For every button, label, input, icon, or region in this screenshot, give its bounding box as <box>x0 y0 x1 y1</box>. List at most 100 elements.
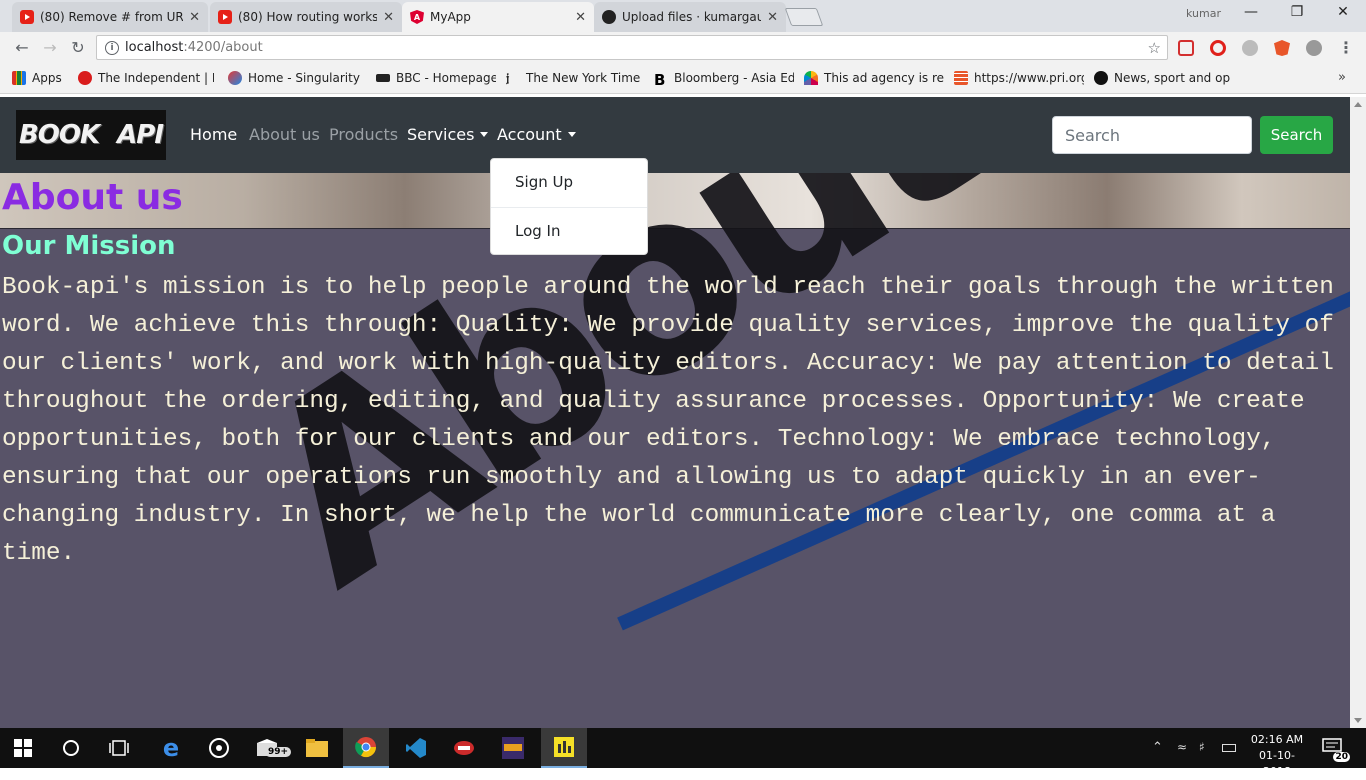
nav-services-label: Services <box>407 125 475 144</box>
dropdown-item-log-in[interactable]: Log In <box>491 208 647 256</box>
close-tab-icon[interactable]: ✕ <box>189 10 200 25</box>
groove-music-icon[interactable] <box>196 728 242 768</box>
search-button[interactable]: Search <box>1260 116 1333 154</box>
url-host: localhost <box>125 40 184 55</box>
battery-icon[interactable] <box>1222 744 1236 752</box>
nav-services-dropdown[interactable]: Services <box>407 125 489 144</box>
browser-tab-strip: (80) Remove # from URL ✕ (80) How routin… <box>0 0 1366 32</box>
browser-tab[interactable]: (80) Remove # from URL ✕ <box>12 2 208 32</box>
nav-home[interactable]: Home <box>190 125 237 144</box>
maximize-icon[interactable]: ❐ <box>1283 4 1311 20</box>
bookmark-label: Bloomberg - Asia Edi <box>674 71 794 85</box>
bookmark-item[interactable]: 𝔧 The New York Times <box>506 71 640 85</box>
cortana-search-icon[interactable] <box>48 728 94 768</box>
guardian-icon <box>1094 71 1108 85</box>
bookmark-item[interactable]: B Bloomberg - Asia Edi <box>654 71 794 85</box>
address-bar[interactable]: i localhost:4200/about ☆ <box>96 35 1168 60</box>
mission-text: Book-api's mission is to help people aro… <box>2 274 1334 567</box>
bookmark-label: The Independent | Ne <box>98 71 214 85</box>
chrome-taskbar-icon[interactable] <box>343 728 389 768</box>
bookmark-label: This ad agency is reb <box>824 71 944 85</box>
system-clock[interactable]: 02:16 AM 01-10-2018 <box>1246 732 1308 780</box>
bookmark-item[interactable]: This ad agency is reb <box>804 71 944 85</box>
pocket-extension-icon[interactable] <box>1178 40 1194 56</box>
minimize-icon[interactable]: — <box>1237 4 1265 20</box>
scroll-up-icon[interactable] <box>1354 102 1362 107</box>
github-icon <box>602 10 616 24</box>
edge-browser-icon[interactable]: e <box>148 728 194 768</box>
bookmark-item[interactable]: The Independent | Ne <box>78 71 214 85</box>
youtube-icon <box>218 10 232 24</box>
sticky-app-icon[interactable] <box>541 728 587 768</box>
app-icon[interactable] <box>441 728 487 768</box>
nbc-icon <box>804 71 818 85</box>
close-tab-icon[interactable]: ✕ <box>575 10 586 25</box>
url-path: :4200/about <box>183 40 263 55</box>
action-center-icon[interactable]: 20 <box>1322 738 1350 762</box>
brand-word: BOOK <box>18 120 100 150</box>
bookmark-item[interactable]: BBC - Homepage <box>376 71 496 85</box>
profile-name[interactable]: kumar <box>1186 7 1221 20</box>
vscode-icon[interactable] <box>393 728 439 768</box>
bookmark-label: BBC - Homepage <box>396 71 496 85</box>
browser-tab-active[interactable]: A MyApp ✕ <box>402 2 594 32</box>
search-input[interactable] <box>1052 116 1252 154</box>
tab-title: (80) Remove # from URL <box>40 10 184 24</box>
browser-tab[interactable]: Upload files · kumargaura ✕ <box>594 2 786 32</box>
bookmark-label: The New York Times <box>526 71 640 85</box>
caret-down-icon <box>480 132 489 137</box>
bloomberg-icon: B <box>654 71 666 85</box>
nav-about-us[interactable]: About us <box>249 125 320 144</box>
forward-icon[interactable]: → <box>40 38 60 57</box>
bookmark-label: News, sport and opin <box>1114 71 1230 85</box>
nyt-icon: 𝔧 <box>506 71 510 85</box>
clock-time: 02:16 AM <box>1250 733 1304 746</box>
notification-count: 20 <box>1333 752 1350 762</box>
windows-taskbar: e 99+ ⌃ ≈ ♯ 02:16 AM 01-10-2018 20 <box>0 728 1366 778</box>
close-tab-icon[interactable]: ✕ <box>383 10 394 25</box>
nav-products[interactable]: Products <box>329 125 398 144</box>
extension-icon[interactable] <box>1306 40 1322 56</box>
bookmark-item[interactable]: https://www.pri.org <box>954 71 1084 85</box>
page-title: About us <box>2 177 183 218</box>
dropdown-item-sign-up[interactable]: Sign Up <box>491 159 647 207</box>
bookmark-item[interactable]: News, sport and opin <box>1094 71 1230 85</box>
bookmark-item[interactable]: Apps <box>12 71 72 85</box>
tray-overflow-icon[interactable]: ⌃ <box>1152 740 1163 755</box>
youtube-icon <box>20 10 34 24</box>
browser-tab[interactable]: (80) How routing works in ✕ <box>210 2 402 32</box>
nav-account-dropdown[interactable]: Account <box>497 125 576 144</box>
globe-extension-icon[interactable] <box>1242 40 1258 56</box>
new-tab-button[interactable] <box>784 8 824 26</box>
game-icon[interactable] <box>490 728 536 768</box>
tab-title: (80) How routing works in <box>238 10 378 24</box>
brand-logo[interactable]: BOOK API <box>16 110 166 160</box>
nav-account-label: Account <box>497 125 562 144</box>
task-view-icon[interactable] <box>96 728 142 768</box>
mission-heading: Our Mission <box>2 231 176 261</box>
bookmark-item[interactable]: Home - Singularity H <box>228 71 364 85</box>
volume-icon[interactable]: ♯ <box>1199 740 1205 754</box>
notification-badge: 99+ <box>265 747 292 757</box>
page-scrollbar[interactable] <box>1350 97 1366 728</box>
bookmarks-bar: Apps The Independent | Ne Home - Singula… <box>0 64 1366 94</box>
wifi-icon[interactable]: ≈ <box>1177 740 1187 754</box>
back-icon[interactable]: ← <box>12 38 32 57</box>
close-tab-icon[interactable]: ✕ <box>767 10 778 25</box>
site-navbar: BOOK API Home About us Products Services… <box>0 97 1350 173</box>
scroll-down-icon[interactable] <box>1354 718 1362 723</box>
info-icon[interactable]: i <box>105 40 119 55</box>
bookmark-star-icon[interactable]: ☆ <box>1148 39 1161 57</box>
account-dropdown-menu: Sign Up Log In <box>490 158 648 255</box>
singularity-icon <box>228 71 242 85</box>
file-explorer-icon[interactable] <box>294 728 340 768</box>
clock-date: 01-10-2018 <box>1259 749 1295 778</box>
opera-extension-icon[interactable] <box>1210 40 1226 56</box>
close-window-icon[interactable]: ✕ <box>1329 4 1357 20</box>
windows-start-icon[interactable] <box>0 728 46 768</box>
brave-extension-icon[interactable] <box>1274 40 1290 56</box>
more-bookmarks-icon[interactable]: » <box>1338 70 1346 85</box>
reload-icon[interactable]: ↻ <box>68 38 88 57</box>
bbc-icon <box>376 74 390 82</box>
menu-icon[interactable]: ⋮ <box>1336 38 1356 57</box>
